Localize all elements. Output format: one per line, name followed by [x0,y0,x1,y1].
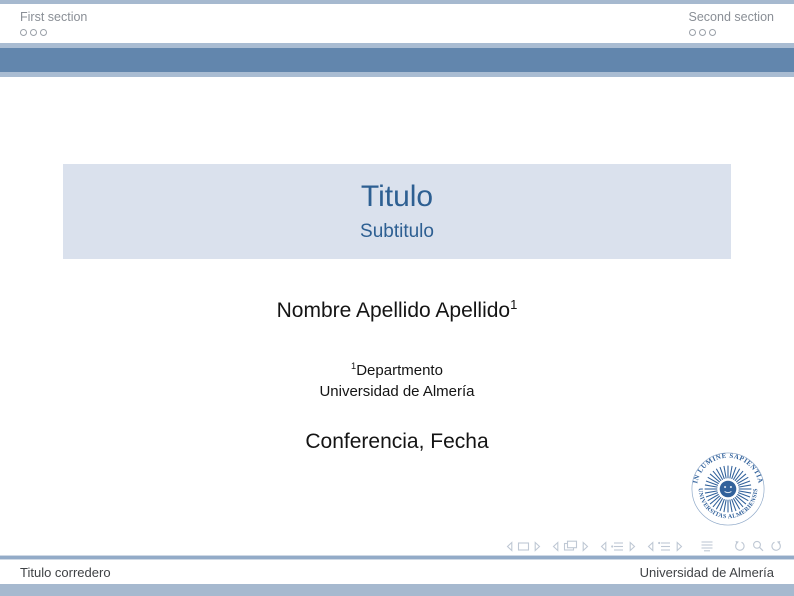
subsection-nav-group [600,541,636,552]
bottom-band [0,584,794,596]
redo-icon[interactable] [770,540,783,552]
slide-icon[interactable] [517,541,530,552]
next-section-icon[interactable] [676,541,683,552]
institute-university: Universidad de Almería [319,383,474,400]
institute-university-line: Universidad de Almería [0,383,794,400]
slide-nav-group [506,541,541,552]
second-section-frame-dots [689,29,774,36]
page-title: Titulo [361,182,433,212]
separator-band-lower [0,72,794,77]
next-frame-icon[interactable] [582,541,589,552]
first-section-label[interactable]: First section [20,10,87,25]
beamer-title-slide: First section Second section Titulo Subt… [0,0,794,596]
next-subsection-icon[interactable] [629,541,636,552]
subsection-icon[interactable] [611,541,625,552]
main-blue-band [0,48,794,72]
universidad-de-almeria-seal: IN LUMINE SAPIENTIA UNIVERSITAS ALMERIEN… [689,450,767,528]
second-section-label[interactable]: Second section [689,10,774,25]
prev-frame-icon[interactable] [552,541,559,552]
frame-icon[interactable] [563,540,578,552]
title-block: Titulo Subtitulo [63,164,731,259]
next-slide-icon[interactable] [534,541,541,552]
search-icon[interactable] [752,540,764,552]
section-icon[interactable] [658,541,672,552]
frame-dot-icon[interactable] [709,29,716,36]
frame-dot-icon[interactable] [30,29,37,36]
frame-dot-icon[interactable] [20,29,27,36]
frame-dot-icon[interactable] [699,29,706,36]
seal-sun-face [720,481,737,498]
institute-department-line: 1Departmento [0,362,794,379]
frame-dot-icon[interactable] [40,29,47,36]
undo-icon[interactable] [733,540,746,552]
footer-institute: Universidad de Almería [640,565,774,580]
author-footnote-mark: 1 [510,297,517,312]
beamer-navigation-bar [506,540,783,552]
institute-department: Departmento [356,362,443,379]
history-nav-group [733,540,783,552]
prev-slide-icon[interactable] [506,541,513,552]
author-line: Nombre Apellido Apellido1 [0,299,794,323]
first-section-frame-dots [20,29,87,36]
author-name: Nombre Apellido Apellido [277,299,510,322]
presentation-icon[interactable] [700,540,714,552]
conference-date: Conferencia, Fecha [305,430,488,453]
footer-bar: Titulo corredero Universidad de Almería [0,560,794,584]
sidebar-item-second-section[interactable]: Second section [689,10,774,36]
prev-subsection-icon[interactable] [600,541,607,552]
footer-short-title: Titulo corredero [20,565,111,580]
section-nav-group [647,541,683,552]
frame-nav-group [552,540,589,552]
page-subtitle: Subtitulo [360,222,434,241]
section-header: First section Second section [0,4,794,43]
presentation-nav-group [700,540,714,552]
prev-section-icon[interactable] [647,541,654,552]
sidebar-item-first-section[interactable]: First section [20,10,87,36]
frame-dot-icon[interactable] [689,29,696,36]
conference-date-line: Conferencia, Fecha [0,430,794,454]
